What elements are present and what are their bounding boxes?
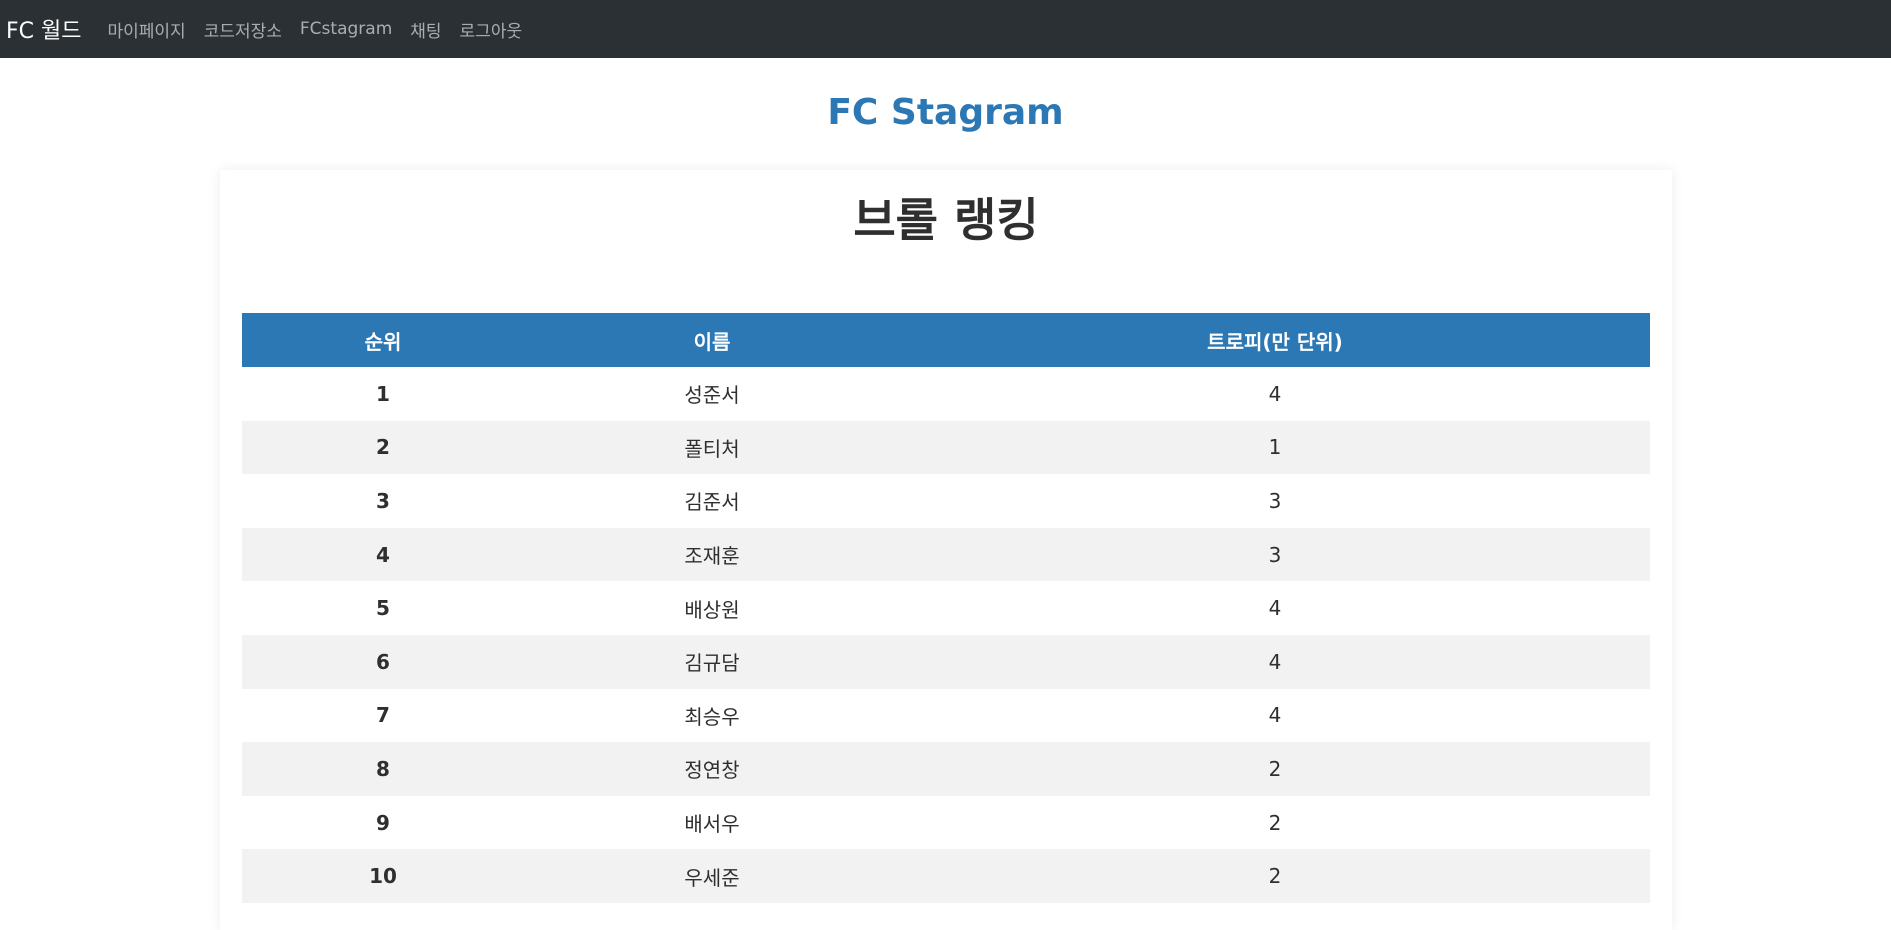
table-header-row: 순위 이름 트로피(만 단위) [242, 313, 1650, 367]
name-cell: 최승우 [684, 704, 740, 729]
table-row: 8 정연창 2 [242, 742, 1650, 796]
table-row: 1 성준서 4 [242, 367, 1650, 421]
nav-link-fcstagram[interactable]: FCstagram [300, 19, 392, 39]
trophies-cell: 2 [1268, 810, 1282, 835]
table-row: 6 김규담 4 [242, 634, 1650, 689]
table-row: 3 김준서 3 [242, 474, 1650, 528]
nav-link-logout[interactable]: 로그아웃 [460, 17, 523, 42]
rank-cell: 2 [242, 420, 524, 475]
rank-cell: 5 [376, 596, 390, 621]
table-row: 9 배서우 2 [242, 796, 1650, 850]
name-cell: 김규담 [524, 634, 900, 689]
rank-cell: 10 [242, 849, 524, 903]
page-title: FC Stagram [827, 92, 1064, 133]
rank-cell: 8 [242, 742, 524, 796]
trophies-cell: 2 [900, 742, 1650, 796]
column-header-rank: 순위 [242, 313, 524, 367]
rank-cell: 7 [376, 703, 390, 728]
name-cell: 정연창 [524, 742, 900, 796]
trophies-cell: 3 [900, 527, 1650, 582]
ranking-title: 브롤 랭킹 [853, 193, 1039, 247]
name-cell: 김준서 [684, 490, 740, 515]
trophies-cell: 1 [900, 420, 1650, 475]
table-row: 2 폴티처 1 [242, 420, 1650, 475]
trophies-cell: 4 [900, 634, 1650, 689]
ranking-card: 브롤 랭킹 순위 이름 트로피(만 단위) 1 성준서 4 2 폴티처 1 3 … [220, 170, 1672, 930]
brand-link[interactable]: FC 월드 [6, 13, 82, 45]
rank-cell: 3 [376, 488, 390, 513]
table-row: 4 조재훈 3 [242, 527, 1650, 582]
nav-link-code-repository[interactable]: 코드저장소 [204, 17, 282, 42]
trophies-cell: 4 [1268, 381, 1282, 406]
name-cell: 배서우 [684, 812, 740, 837]
rank-cell: 1 [376, 381, 390, 406]
column-header-name: 이름 [524, 313, 900, 367]
top-navbar: FC 월드 마이페이지 코드저장소 FCstagram 채팅 로그아웃 [0, 0, 1891, 58]
ranking-table: 순위 이름 트로피(만 단위) 1 성준서 4 2 폴티처 1 3 김준서 3 [242, 313, 1650, 903]
name-cell: 배상원 [684, 597, 740, 622]
trophies-cell: 4 [1268, 703, 1282, 728]
table-row: 7 최승우 4 [242, 689, 1650, 743]
name-cell: 조재훈 [524, 527, 900, 582]
trophies-cell: 3 [1268, 488, 1282, 513]
name-cell: 폴티처 [524, 420, 900, 475]
column-header-trophies: 트로피(만 단위) [900, 313, 1650, 367]
rank-cell: 6 [242, 634, 524, 689]
rank-cell: 4 [242, 527, 524, 582]
name-cell: 성준서 [684, 383, 740, 408]
table-row: 5 배상원 4 [242, 581, 1650, 635]
trophies-cell: 2 [900, 849, 1650, 903]
rank-cell: 9 [376, 810, 390, 835]
nav-link-mypage[interactable]: 마이페이지 [108, 17, 186, 42]
trophies-cell: 4 [1268, 596, 1282, 621]
table-row: 10 우세준 2 [242, 849, 1650, 903]
name-cell: 우세준 [524, 849, 900, 903]
nav-link-chat[interactable]: 채팅 [410, 17, 441, 42]
